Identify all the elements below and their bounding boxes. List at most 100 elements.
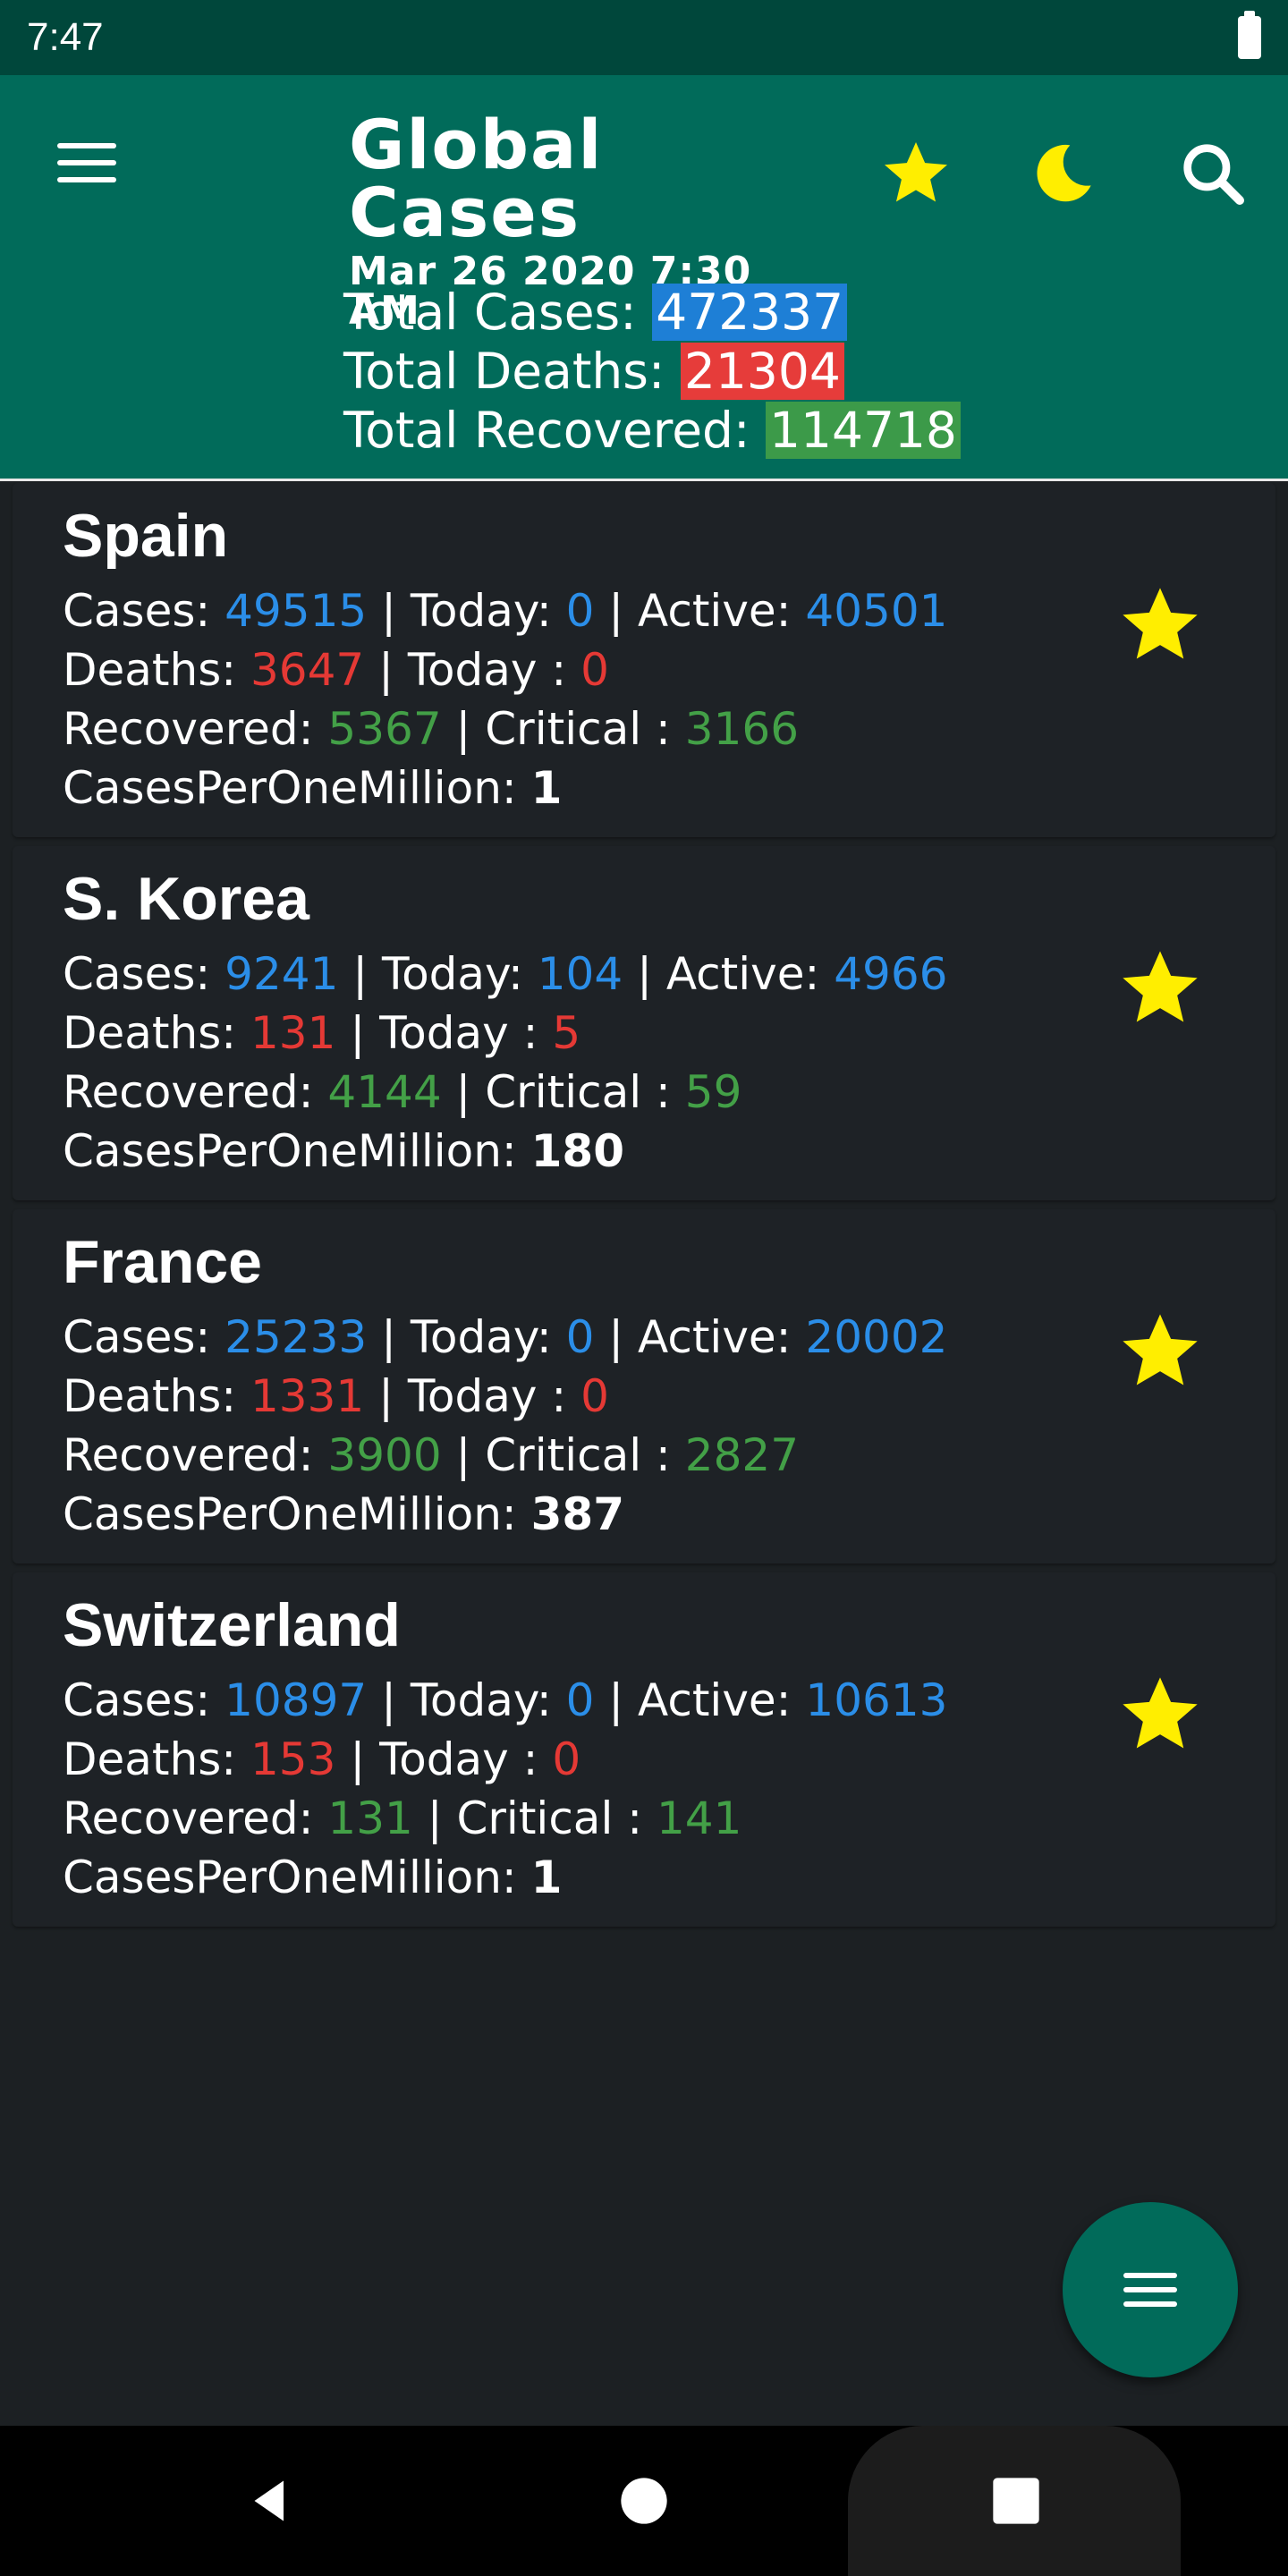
today-deaths-label: | Today :: [364, 1370, 581, 1422]
recovered-value: 5367: [327, 703, 442, 755]
today-deaths-value: 0: [552, 1733, 581, 1785]
cases-label: Cases:: [63, 1674, 225, 1726]
active-label: | Active:: [623, 948, 835, 1000]
country-stats: Cases: 9241 | Today: 104 | Active: 4966 …: [63, 945, 947, 1181]
country-card[interactable]: S. Korea Cases: 9241 | Today: 104 | Acti…: [13, 846, 1275, 1200]
total-cases-value: 472337: [652, 284, 848, 341]
today-cases-value: 0: [565, 1311, 595, 1363]
today-cases-value: 104: [537, 948, 623, 1000]
cases-value: 25233: [225, 1311, 368, 1363]
today-deaths-value: 0: [580, 644, 609, 696]
deaths-label: Deaths:: [63, 644, 250, 696]
deaths-label: Deaths:: [63, 1733, 250, 1785]
critical-value: 59: [684, 1066, 742, 1118]
deaths-value: 131: [250, 1007, 336, 1059]
status-time: 7:47: [27, 15, 104, 59]
favorites-star-icon[interactable]: [877, 134, 955, 213]
critical-value: 2827: [684, 1429, 800, 1481]
country-name: France: [63, 1228, 262, 1296]
critical-value: 141: [656, 1792, 742, 1844]
today-cases-value: 0: [565, 585, 595, 637]
active-label: | Active:: [594, 1674, 806, 1726]
total-deaths-value: 21304: [680, 343, 844, 400]
fab-menu-icon: [1123, 2273, 1177, 2278]
favorite-star-icon[interactable]: [1111, 939, 1209, 1038]
page-title: Global Cases: [349, 105, 604, 252]
active-value: 10613: [805, 1674, 948, 1726]
menu-icon[interactable]: [57, 143, 116, 188]
today-deaths-value: 0: [580, 1370, 609, 1422]
search-icon[interactable]: [1174, 134, 1252, 213]
cases-label: Cases:: [63, 585, 225, 637]
deaths-label: Deaths:: [63, 1007, 250, 1059]
favorite-star-icon[interactable]: [1111, 1665, 1209, 1764]
total-deaths-label: Total Deaths:: [343, 343, 681, 400]
home-icon[interactable]: [608, 2465, 680, 2537]
active-value: 20002: [805, 1311, 948, 1363]
total-deaths-row: Total Deaths: 21304: [343, 342, 961, 401]
today-label: | Today:: [338, 948, 538, 1000]
recovered-label: Recovered:: [63, 1429, 328, 1481]
per-million-label: CasesPerOneMillion:: [63, 762, 531, 814]
country-name: Switzerland: [63, 1591, 401, 1659]
deaths-value: 153: [250, 1733, 336, 1785]
today-deaths-label: | Today :: [364, 644, 581, 696]
active-label: | Active:: [594, 1311, 806, 1363]
today-deaths-value: 5: [552, 1007, 581, 1059]
deaths-value: 1331: [250, 1370, 365, 1422]
recovered-label: Recovered:: [63, 703, 328, 755]
total-cases-label: Total Cases:: [343, 284, 653, 341]
active-value: 40501: [805, 585, 948, 637]
country-card[interactable]: Switzerland Cases: 10897 | Today: 0 | Ac…: [13, 1572, 1275, 1927]
today-deaths-label: | Today :: [335, 1733, 553, 1785]
per-million-label: CasesPerOneMillion:: [63, 1488, 531, 1540]
critical-label: | Critical :: [441, 1429, 685, 1481]
recents-icon[interactable]: [980, 2465, 1052, 2537]
critical-label: | Critical :: [441, 703, 685, 755]
cases-label: Cases:: [63, 1311, 225, 1363]
favorite-star-icon[interactable]: [1111, 576, 1209, 674]
recovered-value: 4144: [327, 1066, 442, 1118]
app-bar: Global Cases Mar 26 2020 7:30 AM Total C…: [0, 75, 1288, 481]
cases-value: 9241: [225, 948, 339, 1000]
deaths-label: Deaths:: [63, 1370, 250, 1422]
today-label: | Today:: [367, 1674, 566, 1726]
country-card[interactable]: France Cases: 25233 | Today: 0 | Active:…: [13, 1209, 1275, 1563]
recovered-value: 131: [327, 1792, 413, 1844]
total-recovered-label: Total Recovered:: [343, 402, 766, 459]
active-label: | Active:: [594, 585, 806, 637]
moon-icon[interactable]: [1023, 134, 1102, 213]
today-cases-value: 0: [565, 1674, 595, 1726]
cases-value: 10897: [225, 1674, 368, 1726]
recovered-label: Recovered:: [63, 1792, 328, 1844]
country-name: S. Korea: [63, 865, 309, 933]
favorite-star-icon[interactable]: [1111, 1302, 1209, 1401]
active-value: 4966: [834, 948, 948, 1000]
today-label: | Today:: [367, 1311, 566, 1363]
per-million-value: 1: [530, 762, 563, 814]
country-name: Spain: [63, 502, 229, 570]
total-recovered-value: 114718: [765, 402, 961, 459]
fab-menu-button[interactable]: [1063, 2202, 1238, 2377]
per-million-label: CasesPerOneMillion:: [63, 1125, 531, 1177]
country-stats: Cases: 10897 | Today: 0 | Active: 10613 …: [63, 1671, 947, 1907]
per-million-value: 387: [530, 1488, 625, 1540]
country-stats: Cases: 49515 | Today: 0 | Active: 40501 …: [63, 581, 947, 818]
recovered-value: 3900: [327, 1429, 442, 1481]
cases-label: Cases:: [63, 948, 225, 1000]
deaths-value: 3647: [250, 644, 365, 696]
global-totals: Total Cases: 472337 Total Deaths: 21304 …: [343, 283, 961, 460]
system-nav-bar: [0, 2426, 1288, 2576]
per-million-label: CasesPerOneMillion:: [63, 1852, 531, 1903]
per-million-value: 180: [530, 1125, 625, 1177]
cases-value: 49515: [225, 585, 368, 637]
total-recovered-row: Total Recovered: 114718: [343, 401, 961, 460]
back-icon[interactable]: [234, 2465, 306, 2537]
recovered-label: Recovered:: [63, 1066, 328, 1118]
total-cases-row: Total Cases: 472337: [343, 283, 961, 342]
today-label: | Today:: [367, 585, 566, 637]
status-bar: 7:47: [0, 0, 1288, 75]
battery-icon: [1238, 11, 1261, 59]
country-card[interactable]: Spain Cases: 49515 | Today: 0 | Active: …: [13, 483, 1275, 837]
today-deaths-label: | Today :: [335, 1007, 553, 1059]
